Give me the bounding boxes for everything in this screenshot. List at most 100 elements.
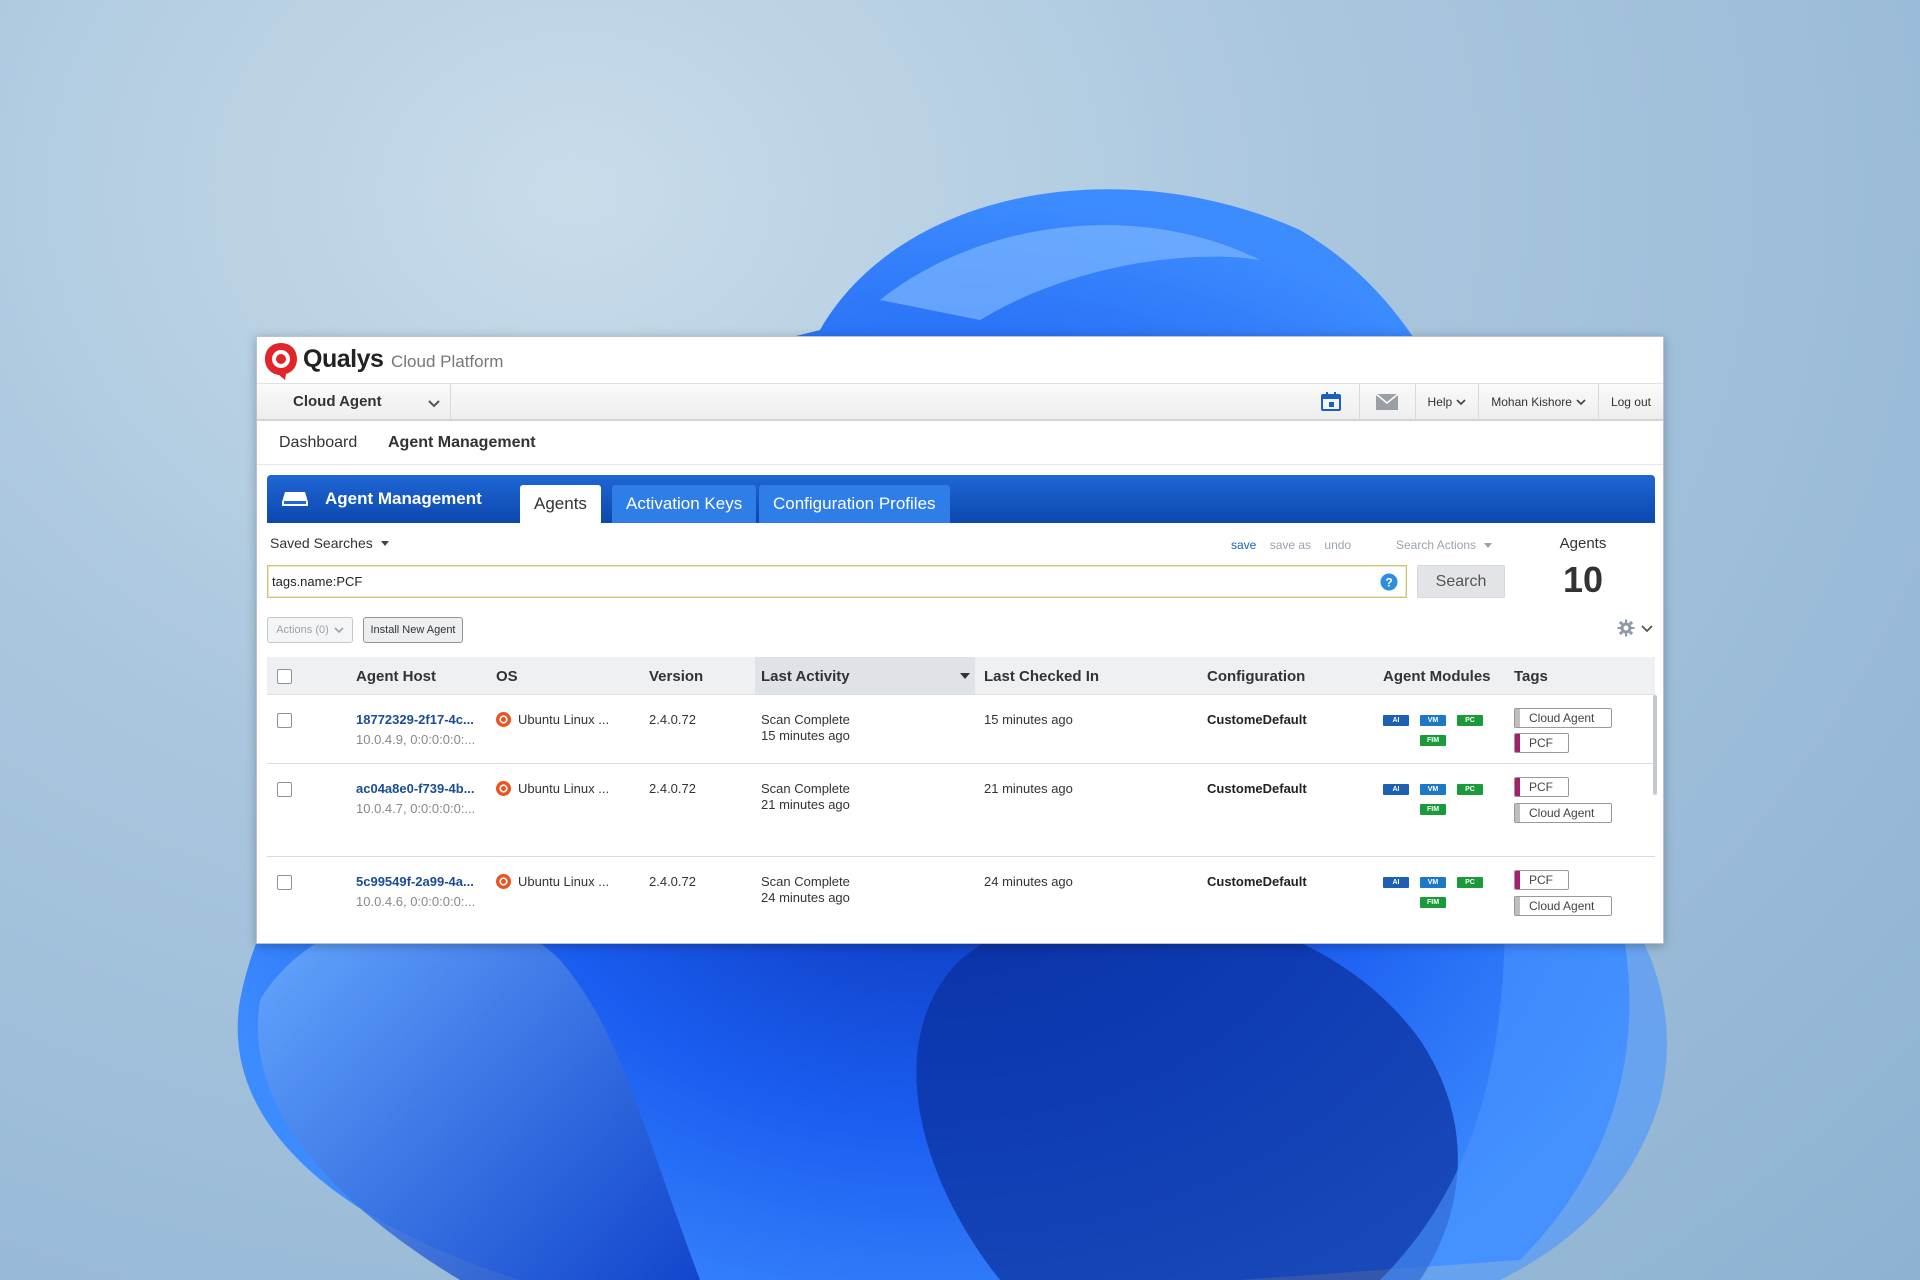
agent-host-ip: 10.0.4.6, 0:0:0:0:0:... [356,894,476,909]
configuration-profile[interactable]: CustomeDefault [1207,781,1307,796]
row-checkbox[interactable] [277,782,292,797]
help-menu[interactable]: Help [1414,384,1479,420]
undo-link[interactable]: undo [1324,538,1351,552]
actions-label: Actions (0) [276,624,329,636]
mail-button[interactable] [1358,384,1415,420]
agent-host-link[interactable]: 5c99549f-2a99-4a... [356,874,474,889]
col-tags[interactable]: Tags [1514,668,1548,685]
agent-host-link[interactable]: ac04a8e0-f739-4b... [356,781,475,796]
module-icon [282,492,308,506]
chevron-down-icon [334,627,344,634]
agent-host-link[interactable]: 18772329-2f17-4c... [356,712,474,727]
search-button[interactable]: Search [1417,565,1505,598]
module-badge-ai: AI [1383,877,1409,888]
calendar-button[interactable] [1303,384,1359,420]
table-row[interactable]: 18772329-2f17-4c... 10.0.4.9, 0:0:0:0:0:… [267,695,1655,764]
agents-table: Agent Host OS Version Last Activity Last… [267,657,1655,927]
last-activity-status: Scan Complete [761,781,850,796]
module-badge-fim: FIM [1420,804,1446,815]
brand-bar: Qualys Cloud Platform [257,337,1663,383]
module-title: Agent Management [325,489,482,508]
configuration-profile[interactable]: CustomeDefault [1207,874,1307,889]
tag-badge[interactable]: Cloud Agent [1514,708,1612,728]
col-last-checked-in[interactable]: Last Checked In [984,668,1099,685]
search-actions-dropdown[interactable]: Search Actions [1396,538,1493,552]
caret-down-icon [1484,542,1493,548]
os-name: Ubuntu Linux ... [518,874,610,889]
agent-host-ip: 10.0.4.9, 0:0:0:0:0:... [356,732,476,747]
last-activity-time: 21 minutes ago [761,797,850,812]
help-icon[interactable]: ? [1380,573,1398,591]
top-right-menu: Help Mohan Kishore Log out [1303,384,1663,420]
table-settings-button[interactable] [1617,619,1653,637]
last-checked-in: 15 minutes ago [984,712,1073,727]
os-cell: Ubuntu Linux ... [496,874,609,889]
search-actions-label: Search Actions [1396,538,1477,552]
row-checkbox[interactable] [277,713,292,728]
last-activity-time: 24 minutes ago [761,890,850,905]
gear-icon [1617,619,1635,637]
saved-searches-label: Saved Searches [270,535,373,551]
tag-badge[interactable]: Cloud Agent [1514,803,1612,823]
col-last-activity[interactable]: Last Activity [761,668,850,685]
agent-version: 2.4.0.72 [649,874,696,889]
last-activity-time: 15 minutes ago [761,728,850,743]
search-input[interactable] [272,566,1372,597]
table-scrollbar[interactable] [1653,695,1657,795]
module-badge-pc: PC [1457,715,1483,726]
tab-configuration-profiles[interactable]: Configuration Profiles [759,485,950,523]
agents-count-label: Agents [1559,535,1607,552]
nav-agent-management[interactable]: Agent Management [388,434,536,452]
module-badge-ai: AI [1383,715,1409,726]
search-box: ? [267,565,1407,598]
col-agent-host[interactable]: Agent Host [356,668,436,685]
col-agent-modules[interactable]: Agent Modules [1383,668,1491,685]
tag-badge[interactable]: Cloud Agent [1514,896,1612,916]
user-menu[interactable]: Mohan Kishore [1478,384,1598,420]
module-badge-vm: VM [1420,715,1446,726]
module-badge-ai: AI [1383,784,1409,795]
col-os[interactable]: OS [496,668,518,685]
select-all-checkbox[interactable] [277,669,292,684]
save-as-link[interactable]: save as [1270,538,1311,552]
module-header: Agent Management Agents Activation Keys … [267,475,1655,523]
tag-badge[interactable]: PCF [1514,733,1569,753]
table-header: Agent Host OS Version Last Activity Last… [267,657,1655,695]
app-switcher[interactable]: Cloud Agent [267,384,451,420]
os-cell: Ubuntu Linux ... [496,781,609,796]
install-new-agent-button[interactable]: Install New Agent [363,617,463,643]
ubuntu-icon [496,712,511,727]
logout-label: Log out [1610,395,1651,409]
caret-down-icon [380,540,389,546]
tab-activation-keys[interactable]: Activation Keys [612,485,757,523]
actions-button[interactable]: Actions (0) [267,617,353,643]
user-name: Mohan Kishore [1491,395,1572,409]
module-badge-fim: FIM [1420,735,1446,746]
logout-link[interactable]: Log out [1597,384,1663,420]
table-row[interactable]: ac04a8e0-f739-4b... 10.0.4.7, 0:0:0:0:0:… [267,764,1655,857]
tab-activation-keys-label: Activation Keys [626,494,743,513]
save-link[interactable]: save [1231,538,1256,552]
agents-count: 10 [1562,559,1604,600]
col-configuration[interactable]: Configuration [1207,668,1305,685]
chevron-down-icon [428,400,440,408]
saved-searches-dropdown[interactable]: Saved Searches [270,535,389,551]
tab-agents[interactable]: Agents [520,485,601,523]
tag-badge[interactable]: PCF [1514,777,1569,797]
table-row[interactable]: 5c99549f-2a99-4a... 10.0.4.6, 0:0:0:0:0:… [267,857,1655,927]
browser-window: Qualys Cloud Platform Cloud Agent Help M… [256,336,1664,944]
configuration-profile[interactable]: CustomeDefault [1207,712,1307,727]
module-badge-pc: PC [1457,784,1483,795]
app-name: Cloud Agent [293,393,382,410]
ubuntu-icon [496,874,511,889]
os-name: Ubuntu Linux ... [518,712,610,727]
module-badge-vm: VM [1420,877,1446,888]
col-version[interactable]: Version [649,668,703,685]
row-checkbox[interactable] [277,875,292,890]
nav-dashboard[interactable]: Dashboard [279,434,357,452]
module-badge-vm: VM [1420,784,1446,795]
tag-badge[interactable]: PCF [1514,870,1569,890]
os-name: Ubuntu Linux ... [518,781,610,796]
os-cell: Ubuntu Linux ... [496,712,609,727]
tab-configuration-profiles-label: Configuration Profiles [773,494,936,513]
